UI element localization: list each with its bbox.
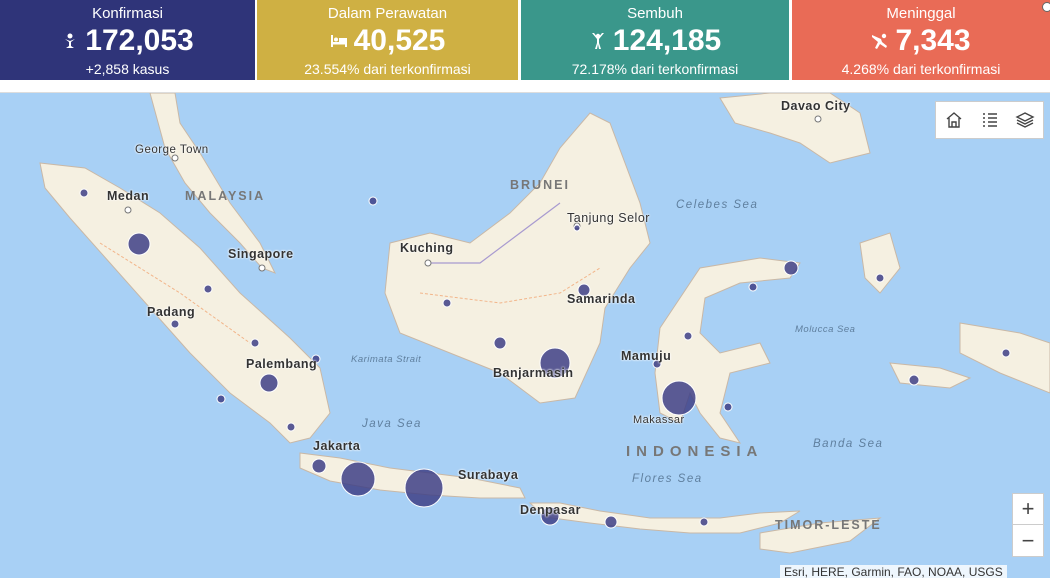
map-attribution: Esri, HERE, Garmin, FAO, NOAA, USGS bbox=[780, 565, 1007, 578]
label-java-sea: Java Sea bbox=[362, 418, 422, 430]
recovered-card: Sembuh 124,185 72.178% dari terkonfirmas… bbox=[521, 0, 789, 80]
label-brunei: BRUNEI bbox=[510, 178, 570, 192]
treated-value: 40,525 bbox=[353, 24, 446, 57]
bubble-north-maluku[interactable] bbox=[875, 273, 885, 283]
label-jakarta: Jakarta bbox=[313, 439, 361, 453]
label-timor-leste: TIMOR-LESTE bbox=[775, 518, 882, 532]
bubble-riau-islands[interactable] bbox=[368, 196, 378, 206]
label-medan: Medan bbox=[107, 189, 150, 203]
died-value: 7,343 bbox=[895, 24, 971, 57]
home-icon bbox=[946, 112, 962, 128]
label-davao: Davao City bbox=[781, 99, 851, 113]
bubble-central-kalimantan[interactable] bbox=[493, 336, 507, 350]
bubble-maluku[interactable] bbox=[908, 374, 920, 386]
died-card: Meninggal 7,343 4.268% dari terkonfirmas… bbox=[792, 0, 1050, 80]
bubble-west-java[interactable] bbox=[340, 461, 376, 497]
died-sub: 4.268% dari terkonfirmasi bbox=[841, 61, 1001, 77]
confirmed-label: Konfirmasi bbox=[92, 5, 163, 22]
bubble-north-sumatra[interactable] bbox=[127, 232, 151, 256]
treated-sub: 23.554% dari terkonfirmasi bbox=[304, 61, 471, 77]
label-samarinda: Samarinda bbox=[567, 292, 636, 306]
label-george-town: George Town bbox=[135, 144, 209, 156]
label-banjarmasin: Banjarmasin bbox=[493, 366, 574, 380]
legend-button[interactable] bbox=[972, 102, 1008, 138]
bubble-west-kalimantan[interactable] bbox=[442, 298, 452, 308]
label-malaysia: MALAYSIA bbox=[185, 189, 266, 203]
treated-label: Dalam Perawatan bbox=[327, 5, 448, 22]
label-makassar: Makassar bbox=[633, 414, 685, 426]
bubble-jakarta[interactable] bbox=[311, 458, 327, 474]
bubble-jambi[interactable] bbox=[250, 338, 260, 348]
bubble-west-sulawesi[interactable] bbox=[683, 331, 693, 341]
bubble-ntt[interactable] bbox=[699, 517, 709, 527]
label-celebes-sea: Celebes Sea bbox=[676, 199, 759, 211]
label-palembang: Palembang bbox=[246, 357, 318, 371]
bubble-southeast-sulawesi[interactable] bbox=[723, 402, 733, 412]
stats-bar: Konfirmasi 172,053 +2,858 kasus Dalam Pe… bbox=[0, 0, 1050, 80]
label-tanjung-selor: Tanjung Selor bbox=[567, 211, 650, 225]
layers-button[interactable] bbox=[1007, 102, 1043, 138]
label-banda-sea: Banda Sea bbox=[813, 438, 884, 450]
label-flores-sea: Flores Sea bbox=[632, 473, 703, 485]
label-denpasar: Denpasar bbox=[520, 503, 581, 517]
confirmed-value: 172,053 bbox=[85, 24, 194, 57]
cheer-icon bbox=[589, 24, 607, 58]
bubble-riau[interactable] bbox=[203, 284, 213, 294]
info-icon[interactable] bbox=[1042, 2, 1050, 12]
bubble-north-sulawesi[interactable] bbox=[783, 260, 799, 276]
label-indonesia: INDONESIA bbox=[626, 443, 764, 460]
zoom-out-button[interactable]: − bbox=[1013, 525, 1043, 556]
bubble-lampung[interactable] bbox=[286, 422, 296, 432]
bubble-gorontalo[interactable] bbox=[748, 282, 758, 292]
home-button[interactable] bbox=[936, 102, 972, 138]
zoom-control: + − bbox=[1012, 493, 1044, 557]
label-surabaya: Surabaya bbox=[458, 468, 519, 482]
map-toolbar bbox=[935, 101, 1044, 139]
label-molucca-sea: Molucca Sea bbox=[795, 324, 856, 335]
recovered-label: Sembuh bbox=[627, 5, 683, 22]
label-padang: Padang bbox=[147, 305, 196, 319]
label-singapore: Singapore bbox=[228, 247, 294, 261]
bubble-ntb[interactable] bbox=[604, 515, 618, 529]
treated-card: Dalam Perawatan 40,525 23.554% dari terk… bbox=[257, 0, 518, 80]
label-karimata-strait: Karimata Strait bbox=[351, 354, 422, 365]
zoom-in-button[interactable]: + bbox=[1013, 494, 1043, 525]
recovered-sub: 72.178% dari terkonfirmasi bbox=[571, 61, 739, 77]
map-view[interactable]: Davao City George Town MALAYSIA Medan Si… bbox=[0, 92, 1050, 578]
list-icon bbox=[982, 113, 997, 127]
confirmed-card: Konfirmasi 172,053 +2,858 kasus bbox=[0, 0, 255, 80]
falling-person-icon bbox=[871, 24, 889, 58]
bubble-north-kalimantan[interactable] bbox=[573, 224, 581, 232]
bubble-papua[interactable] bbox=[1001, 348, 1011, 358]
label-mamuju: Mamuju bbox=[621, 349, 672, 363]
died-label: Meninggal bbox=[886, 5, 956, 22]
label-kuching: Kuching bbox=[400, 241, 454, 255]
bubble-south-sumatra[interactable] bbox=[259, 373, 279, 393]
bubble-central-east-java[interactable] bbox=[404, 468, 444, 508]
bubble-west-sumatra[interactable] bbox=[170, 319, 180, 329]
person-icon bbox=[61, 24, 79, 58]
bubble-south-sulawesi[interactable] bbox=[661, 380, 697, 416]
bed-icon bbox=[330, 24, 348, 58]
confirmed-sub: +2,858 kasus bbox=[85, 61, 170, 77]
bubble-bengkulu[interactable] bbox=[216, 394, 226, 404]
recovered-value: 124,185 bbox=[612, 24, 722, 57]
bubble-aceh[interactable] bbox=[79, 188, 89, 198]
layers-icon bbox=[1015, 112, 1035, 128]
